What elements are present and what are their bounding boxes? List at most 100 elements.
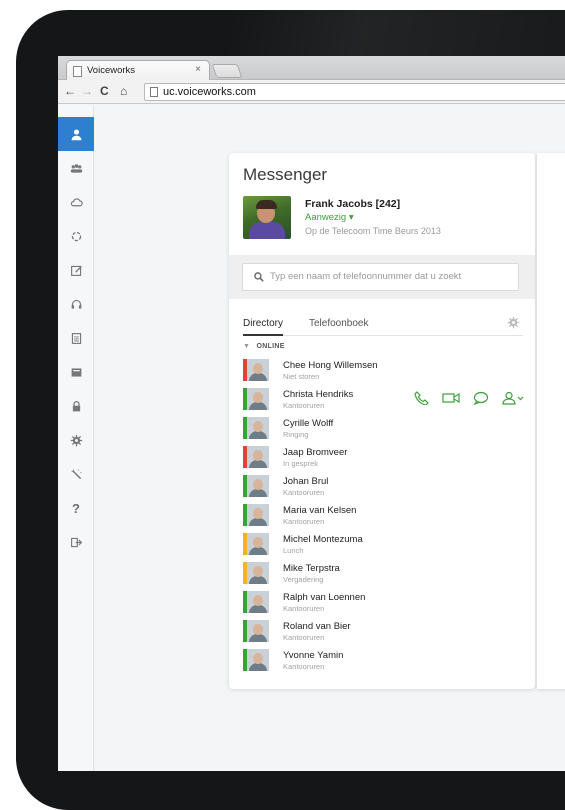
status-note[interactable]: Op de Telecoom Time Beurs 2013 <box>305 226 441 236</box>
contacts-icon <box>70 163 82 173</box>
logout-icon <box>70 537 82 547</box>
page-icon <box>73 66 82 77</box>
document-icon <box>71 332 81 344</box>
reload-icon[interactable]: C <box>100 84 109 98</box>
contact-row[interactable]: Chee Hong Willemsen Niet storen <box>229 356 535 385</box>
contact-name: Michel Montezuma <box>283 534 363 545</box>
avatar[interactable] <box>243 196 291 239</box>
tab-telefoonboek[interactable]: Telefoonboek <box>309 318 369 329</box>
search-placeholder: Typ een naam of telefoonnummer dat u zoe… <box>270 271 462 282</box>
contact-name: Chee Hong Willemsen <box>283 360 378 371</box>
chevron-down-icon: ▼ <box>243 343 251 350</box>
chat-icon[interactable] <box>473 391 489 405</box>
contact-name: Maria van Kelsen <box>283 505 357 516</box>
browser-window: Voiceworks × ← → C ⌂ uc.voiceworks.com ?… <box>58 56 565 771</box>
browser-tab[interactable]: Voiceworks × <box>66 60 210 81</box>
page-title: Messenger <box>243 165 328 184</box>
avatar <box>247 388 269 410</box>
contact-row[interactable]: Christa Hendriks Kantooruren <box>229 385 535 414</box>
sidebar-item-compose[interactable] <box>58 253 94 287</box>
contact-row[interactable]: Michel Montezuma Lunch <box>229 530 535 559</box>
contact-name: Johan Brul <box>283 476 329 487</box>
section-label: ONLINE <box>256 343 285 350</box>
address-bar[interactable]: uc.voiceworks.com <box>144 83 565 101</box>
app-sidebar: ? <box>58 105 94 771</box>
contact-row[interactable]: Maria van Kelsen Kantooruren <box>229 501 535 530</box>
gear-icon[interactable] <box>507 316 520 329</box>
contact-row[interactable]: Ralph van Loennen Kantooruren <box>229 588 535 617</box>
contact-row[interactable]: Roland van Bier Kantooruren <box>229 617 535 646</box>
contact-status: Kantooruren <box>283 633 325 642</box>
contact-menu-icon[interactable] <box>502 391 524 405</box>
tab-directory[interactable]: Directory <box>243 318 284 336</box>
contact-status: Niet storen <box>283 372 320 381</box>
search-input[interactable]: Typ een naam of telefoonnummer dat u zoe… <box>242 263 519 291</box>
contact-status: Lunch <box>283 546 304 555</box>
contact-row[interactable]: Yvonne Yamin Kantooruren <box>229 646 535 675</box>
contact-row[interactable]: Mike Terpstra Vergadering <box>229 559 535 588</box>
tab-strip: Voiceworks × <box>58 56 565 81</box>
cloud-icon <box>70 197 83 206</box>
contact-tabs: Directory Telefoonboek <box>243 316 523 336</box>
section-header-online[interactable]: ▼ ONLINE <box>243 343 285 350</box>
contact-name: Christa Hendriks <box>283 389 354 400</box>
contact-status: Kantooruren <box>283 401 325 410</box>
contact-status: Vergadering <box>283 575 324 584</box>
sidebar-item-documents[interactable] <box>58 321 94 355</box>
contact-name: Ralph van Loennen <box>283 592 366 603</box>
browser-tab-title: Voiceworks <box>87 65 136 76</box>
sidebar-item-security[interactable] <box>58 389 94 423</box>
contact-row[interactable]: Jaap Bromveer In gesprek <box>229 443 535 472</box>
sidebar-item-tools[interactable] <box>58 457 94 491</box>
search-area: Typ een naam of telefoonnummer dat u zoe… <box>229 255 535 299</box>
avatar-hair <box>256 200 277 209</box>
contact-status: Kantooruren <box>283 488 325 497</box>
device-glare <box>230 10 565 56</box>
lock-icon <box>72 400 80 411</box>
sidebar-item-sync[interactable] <box>58 219 94 253</box>
magic-wand-icon <box>71 468 82 479</box>
back-arrow-icon[interactable]: ← <box>64 84 76 98</box>
avatar <box>247 359 269 381</box>
sidebar-item-cloud[interactable] <box>58 185 94 219</box>
sidebar-item-support[interactable] <box>58 287 94 321</box>
sidebar-item-contacts[interactable] <box>58 151 94 185</box>
contact-row[interactable]: Johan Brul Kantooruren <box>229 472 535 501</box>
contact-name: Cyrille Wolff <box>283 418 334 429</box>
search-icon <box>254 272 264 282</box>
forward-arrow-icon[interactable]: → <box>81 84 93 98</box>
avatar <box>247 620 269 642</box>
sidebar-item-profile[interactable] <box>58 117 94 151</box>
contact-name: Mike Terpstra <box>283 563 340 574</box>
new-tab-button[interactable] <box>211 64 243 78</box>
avatar <box>247 649 269 671</box>
sidebar-item-settings[interactable] <box>58 423 94 457</box>
contact-status: Kantooruren <box>283 662 325 671</box>
browser-toolbar: ← → C ⌂ uc.voiceworks.com <box>58 80 565 104</box>
phone-icon[interactable] <box>414 391 430 405</box>
avatar <box>247 475 269 497</box>
my-name: Frank Jacobs [242] <box>305 198 401 210</box>
video-call-icon[interactable] <box>442 391 460 405</box>
page-icon <box>150 87 158 97</box>
settings-ring-icon <box>71 231 81 241</box>
sidebar-item-help[interactable]: ? <box>58 491 94 525</box>
sidebar-item-archive[interactable] <box>58 355 94 389</box>
presence-dropdown[interactable]: Aanwezig ▾ <box>305 212 354 223</box>
avatar <box>247 417 269 439</box>
contact-status: Kantooruren <box>283 517 325 526</box>
avatar <box>247 533 269 555</box>
folder-icon <box>71 367 81 377</box>
contact-name: Jaap Bromveer <box>283 447 348 458</box>
avatar-body <box>249 222 285 239</box>
user-icon <box>71 128 81 140</box>
close-tab-icon[interactable]: × <box>195 64 201 75</box>
contact-row[interactable]: Cyrille Wolff Ringing <box>229 414 535 443</box>
avatar <box>247 504 269 526</box>
avatar <box>247 591 269 613</box>
sidebar-item-logout[interactable] <box>58 525 94 559</box>
messenger-panel: Messenger Frank Jacobs [242] Aanwezig ▾ … <box>229 153 535 689</box>
contact-status: Kantooruren <box>283 604 325 613</box>
home-icon[interactable]: ⌂ <box>120 84 127 98</box>
edit-icon <box>70 265 82 276</box>
